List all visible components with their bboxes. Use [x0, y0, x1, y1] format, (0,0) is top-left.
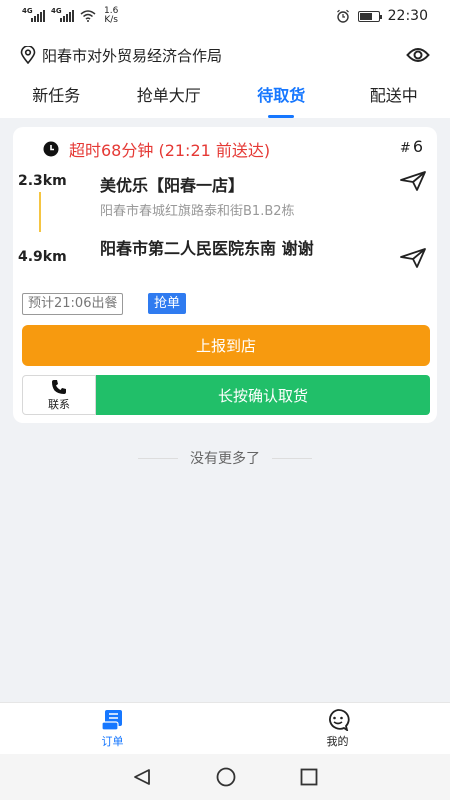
- tab-new-tasks[interactable]: 新任务: [0, 78, 113, 118]
- wifi-icon: [80, 10, 96, 22]
- system-navigation: [0, 754, 450, 800]
- nav-profile-label: 我的: [326, 734, 349, 748]
- alarm-clock-icon: [336, 9, 349, 23]
- contact-label: 联系: [48, 397, 70, 411]
- network-type: 4G: [22, 7, 33, 15]
- divider-right: [272, 457, 312, 459]
- shop-name: 美优乐【阳春一店】: [100, 176, 245, 195]
- nav-orders-label: 订单: [101, 734, 124, 748]
- divider-left: [138, 457, 178, 459]
- order-number: #6: [400, 137, 423, 156]
- eye-icon[interactable]: [406, 46, 430, 64]
- no-more-text: 没有更多了: [190, 451, 260, 467]
- report-arrival-button[interactable]: 上报到店: [22, 325, 430, 366]
- order-scroll-icon: [100, 709, 122, 731]
- navigate-shop-icon[interactable]: [400, 171, 426, 191]
- overtime-row: 超时68分钟 (21:21 前送达): [43, 137, 270, 161]
- network-type-2: 4G: [51, 7, 62, 15]
- back-icon[interactable]: [132, 768, 152, 786]
- home-icon[interactable]: [216, 767, 236, 787]
- list-end-indicator: 没有更多了: [0, 448, 450, 468]
- customer-address: 阳春市第二人民医院东南 谢谢: [100, 239, 314, 258]
- battery-icon: [357, 10, 382, 22]
- order-tabs: 新任务 抢单大厅 待取货 配送中: [0, 78, 450, 118]
- eta-badge: 预计21:06出餐: [22, 293, 124, 315]
- signal-icon: 4G: [22, 7, 45, 22]
- confirm-pickup-button[interactable]: 长按确认取货: [96, 375, 430, 415]
- bottom-nav: 订单 我的: [0, 702, 450, 754]
- tab-pending-pickup[interactable]: 待取货: [225, 78, 338, 118]
- speed-unit: K/s: [104, 15, 118, 25]
- map-pin-icon: [20, 46, 36, 64]
- battery-level: [359, 12, 373, 20]
- status-time: 22:30: [387, 8, 428, 24]
- network-speed: 1.6 K/s: [104, 7, 118, 25]
- status-left: 4G 4G 1.6 K/s: [22, 7, 118, 25]
- order-number-value: 6: [412, 137, 423, 156]
- header: 阳春市对外贸易经济合作局: [0, 32, 450, 78]
- tab-delivering[interactable]: 配送中: [338, 78, 450, 118]
- smiley-face-icon: [328, 708, 350, 731]
- shop-address: 阳春市春城红旗路泰和街B1.B2栋: [100, 204, 295, 219]
- nav-orders[interactable]: 订单: [0, 703, 225, 754]
- route-line: [39, 192, 41, 232]
- signal-icon-2: 4G: [51, 7, 74, 22]
- current-location[interactable]: 阳春市对外贸易经济合作局: [42, 45, 222, 66]
- order-number-hash: #: [399, 141, 411, 156]
- grab-tag: 抢单: [148, 293, 187, 314]
- recents-icon[interactable]: [300, 768, 318, 786]
- overtime-text: 超时68分钟 (21:21 前送达): [69, 141, 271, 160]
- customer-distance: 4.9km: [18, 249, 67, 265]
- clock-icon: [43, 141, 59, 157]
- shop-distance: 2.3km: [18, 173, 67, 189]
- tab-grab-hall[interactable]: 抢单大厅: [113, 78, 226, 118]
- status-right: 22:30: [336, 8, 428, 24]
- phone-icon: [52, 379, 66, 394]
- status-bar: 4G 4G 1.6 K/s 22:30: [0, 0, 450, 32]
- nav-profile[interactable]: 我的: [225, 703, 450, 754]
- navigate-customer-icon[interactable]: [400, 248, 426, 268]
- contact-button[interactable]: 联系: [22, 375, 96, 415]
